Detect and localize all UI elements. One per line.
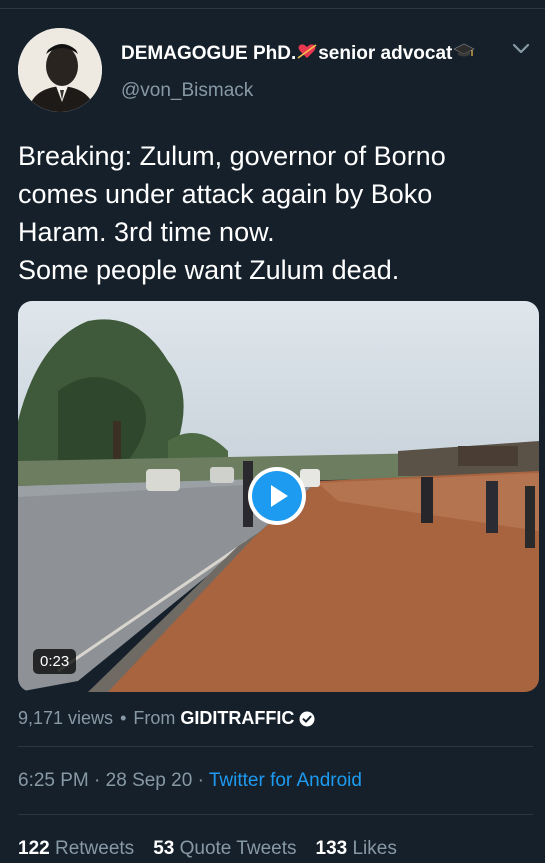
tweet-text: Breaking: Zulum, governor of Borno comes…: [18, 137, 528, 289]
display-name-suffix: senior advocat: [318, 42, 453, 64]
timestamp-row: 6:25 PM · 28 Sep 20 · Twitter for Androi…: [18, 770, 362, 792]
user-handle[interactable]: @von_Bismack: [121, 80, 253, 102]
heart-arrow-icon: [297, 42, 317, 65]
tweet-header: DEMAGOGUE PhD. senior advocat @von_Bisma…: [18, 28, 533, 112]
view-count[interactable]: 9,171 views: [18, 708, 113, 729]
timestamp-separator: ·: [94, 770, 101, 791]
video-duration: 0:23: [33, 649, 77, 674]
chevron-down-icon[interactable]: [511, 42, 531, 56]
from-label: From: [133, 708, 176, 728]
graduation-cap-icon: [453, 43, 476, 64]
divider: [18, 746, 533, 747]
play-triangle: [271, 485, 288, 507]
likes-label: Likes: [352, 838, 397, 859]
retweets-stat[interactable]: 122 Retweets: [18, 838, 134, 860]
quote-tweets-stat[interactable]: 53 Quote Tweets: [153, 838, 296, 860]
tweet-text-line: comes under attack again by Boko: [18, 179, 433, 209]
avatar-photo: [18, 28, 102, 112]
likes-stat[interactable]: 133 Likes: [316, 838, 397, 860]
display-name-row[interactable]: DEMAGOGUE PhD. senior advocat: [121, 42, 476, 65]
retweets-count: 122: [18, 838, 50, 859]
retweets-label: Retweets: [54, 838, 135, 859]
quote-tweets-count: 53: [153, 838, 175, 859]
video-source-link[interactable]: GIDITRAFFIC: [180, 708, 294, 729]
verified-badge-icon: [299, 711, 315, 726]
tweet-text-line: Haram. 3rd time now.: [18, 217, 275, 247]
tweet-date[interactable]: 28 Sep 20: [106, 770, 193, 791]
likes-count: 133: [315, 838, 348, 859]
top-divider: [0, 8, 545, 9]
meta-separator: •: [120, 708, 127, 728]
tweet-client-link[interactable]: Twitter for Android: [209, 770, 362, 791]
tweet-time[interactable]: 6:25 PM: [18, 770, 89, 791]
engagement-stats: 122 Retweets 53 Quote Tweets 133 Likes: [18, 838, 416, 860]
divider: [18, 814, 533, 815]
quote-tweets-label: Quote Tweets: [179, 838, 297, 859]
tweet-text-line: Some people want Zulum dead.: [18, 255, 400, 285]
display-name: DEMAGOGUE PhD.: [121, 42, 297, 64]
avatar[interactable]: [18, 28, 102, 112]
play-icon: [252, 471, 302, 521]
timestamp-separator: ·: [197, 770, 204, 791]
play-button[interactable]: [248, 467, 306, 525]
video-player[interactable]: 0:23: [18, 301, 539, 692]
view-count-row: 9,171 views • From GIDITRAFFIC: [18, 708, 315, 729]
tweet-text-line: Breaking: Zulum, governor of Borno: [18, 141, 446, 171]
